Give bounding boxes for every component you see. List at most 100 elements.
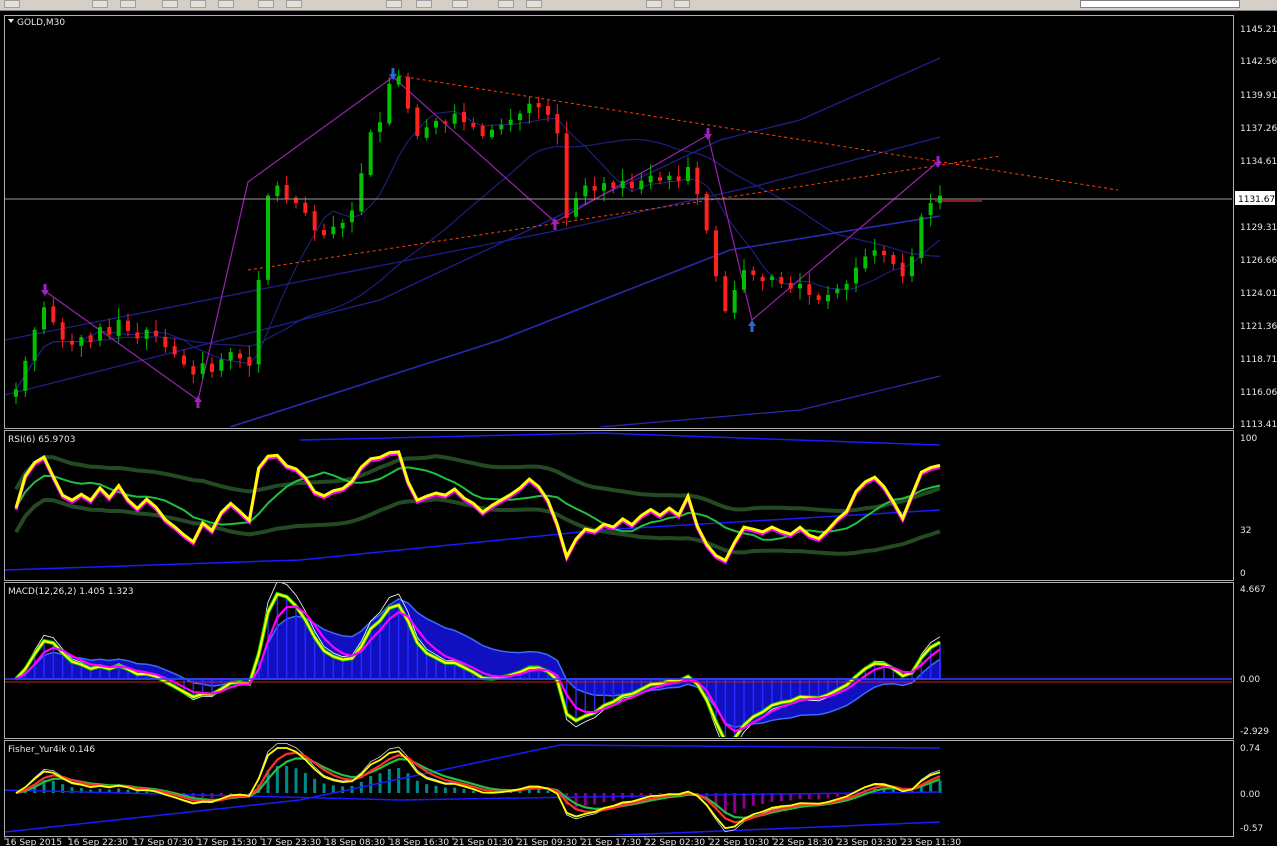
candle-body [238, 353, 242, 359]
profiles-icon[interactable] [120, 0, 136, 8]
text-icon[interactable] [646, 0, 662, 8]
candle-body [200, 363, 205, 374]
candle-body [228, 352, 233, 361]
candle-body [462, 111, 466, 123]
candle-body [648, 175, 653, 183]
candle-body [42, 307, 46, 330]
candle-body [686, 167, 690, 182]
period-icon[interactable] [190, 0, 206, 8]
candle-body [508, 119, 513, 125]
candle-body [527, 103, 532, 113]
candle-body [14, 389, 18, 397]
candle-body [779, 277, 784, 284]
osc-axis-label: -0.57 [1240, 824, 1263, 834]
price-axis-label: 1137.26 [1240, 124, 1277, 134]
down-arrow-icon [41, 284, 49, 296]
candle-body [219, 359, 224, 371]
candle-body [919, 216, 924, 258]
moving-average-line [599, 375, 941, 427]
fibo-icon[interactable] [674, 0, 690, 8]
candle-body [396, 76, 401, 85]
window-icon[interactable] [162, 0, 178, 8]
candle-body [51, 306, 56, 323]
candle-body [210, 363, 214, 372]
down-arrow-icon [934, 156, 942, 168]
moving-average-line [15, 138, 941, 390]
time-axis-label: 21 Sep 09:30 [517, 838, 577, 846]
candle-body [499, 124, 504, 130]
price-axis-label: 1126.66 [1240, 256, 1277, 266]
candle-body [443, 121, 448, 124]
candle-body [107, 327, 112, 335]
new-chart-icon[interactable] [4, 0, 20, 8]
pencil-icon[interactable] [286, 0, 302, 8]
rsi-trend-line [5, 509, 941, 571]
symbol-search-field[interactable] [1080, 0, 1240, 8]
price-axis-label: 1139.91 [1240, 91, 1277, 101]
candle-body [667, 175, 672, 181]
candle-body [760, 276, 765, 282]
navigator-icon[interactable] [452, 0, 468, 8]
candle-body [770, 276, 774, 280]
crosshair-icon[interactable] [218, 0, 234, 8]
osc-pane-frame [4, 740, 1234, 837]
macd-axis-label: 4.667 [1240, 585, 1266, 595]
candle-body [695, 167, 700, 195]
price-axis-label: 1113.41 [1240, 420, 1277, 430]
candle-body [835, 288, 840, 294]
candle-body [900, 262, 905, 277]
candle-body [574, 198, 578, 217]
candle-body [294, 197, 298, 204]
candle-body [471, 123, 476, 128]
candles [14, 69, 942, 405]
candle-body [350, 210, 354, 223]
dropdown-triangle-icon[interactable] [8, 19, 14, 23]
candle-body [872, 250, 877, 256]
candle-body [452, 113, 457, 124]
price-axis-label: 1129.31 [1240, 223, 1277, 233]
price-pane-title: GOLD,M30 [17, 18, 65, 28]
vertical-line-icon[interactable] [526, 0, 542, 8]
down-arrow-icon [704, 128, 712, 140]
time-axis: 16 Sep 2015 16 Sep 22:30 17 Sep 07:30 17… [5, 838, 961, 846]
candle-body [583, 185, 588, 197]
line-icon[interactable] [258, 0, 274, 8]
time-axis-label: 22 Sep 02:30 [645, 838, 705, 846]
candle-body [732, 289, 737, 313]
price-axis-label: 1121.36 [1240, 322, 1277, 332]
time-axis-label: 17 Sep 23:30 [261, 838, 321, 846]
moving-average-line [5, 57, 941, 396]
candle-body [658, 177, 662, 181]
rsi-lines [5, 432, 941, 571]
candle-body [863, 256, 868, 269]
candle-body [98, 327, 102, 341]
time-axis-label: 23 Sep 03:30 [837, 838, 897, 846]
add-indicator-icon[interactable] [386, 0, 402, 8]
fisher-trend-line [606, 821, 941, 835]
time-axis-label: 16 Sep 2015 [5, 838, 62, 846]
candle-body [284, 184, 289, 200]
candle-body [424, 127, 429, 138]
candle-body [359, 173, 364, 212]
time-axis-label: 17 Sep 07:30 [133, 838, 193, 846]
time-axis-label: 22 Sep 10:30 [709, 838, 769, 846]
time-axis-label: 17 Sep 15:30 [197, 838, 257, 846]
autotrading-icon[interactable] [416, 0, 432, 8]
fisher-lines [5, 743, 941, 835]
candle-body [490, 129, 494, 138]
cursor-icon[interactable] [498, 0, 514, 8]
chart-area[interactable]: GOLD,M30 1145.21 1142.56 1139.91 1137.26… [0, 10, 1277, 846]
osc-axis-label: 0.74 [1240, 744, 1260, 754]
trend-lines [44, 74, 1119, 402]
rsi-main-line [14, 450, 941, 563]
support-trend-line [247, 155, 1001, 271]
folder-icon[interactable] [92, 0, 108, 8]
candle-body [536, 102, 541, 108]
candle-body [844, 283, 849, 290]
price-axis-label: 1124.01 [1240, 289, 1277, 299]
candle-body [630, 181, 634, 189]
candle-body [816, 295, 821, 300]
candle-body [518, 113, 522, 121]
price-axis-label: 1118.71 [1240, 355, 1277, 365]
candle-body [135, 332, 140, 339]
